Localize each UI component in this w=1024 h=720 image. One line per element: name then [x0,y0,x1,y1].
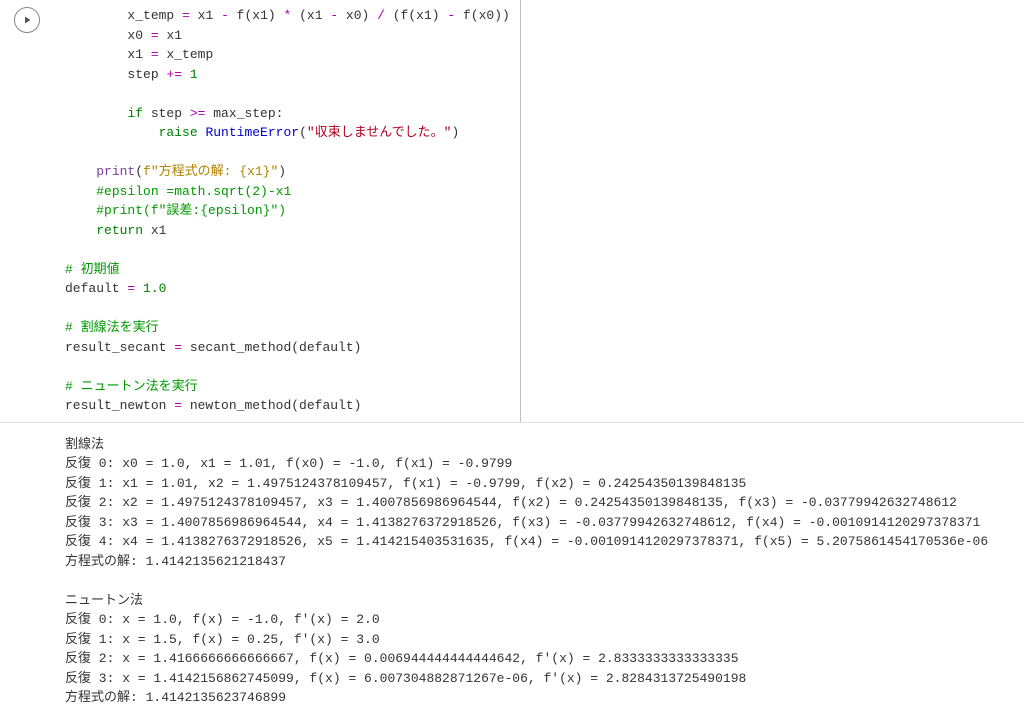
code-line: step += 1 [65,65,510,85]
code-line: x_temp = x1 - f(x1) * (x1 - x0) / (f(x1)… [65,6,510,26]
code-line: result_newton = newton_method(default) [65,396,510,416]
code-line: default = 1.0 [65,279,510,299]
code-line: # 割線法を実行 [65,318,510,338]
code-line: #print(f"誤差:{epsilon}") [65,201,510,221]
code-line [65,240,510,260]
code-line: x1 = x_temp [65,45,510,65]
code-line: print(f"方程式の解: {x1}") [65,162,510,182]
play-icon [21,14,33,26]
output-text: 割線法 反復 0: x0 = 1.0, x1 = 1.01, f(x0) = -… [55,431,1024,712]
code-line: result_secant = secant_method(default) [65,338,510,358]
code-line [65,143,510,163]
code-line [65,299,510,319]
code-line [65,84,510,104]
cell-gutter [0,0,55,422]
output-cell: 割線法 反復 0: x0 = 1.0, x1 = 1.01, f(x0) = -… [0,423,1024,720]
code-line: x0 = x1 [65,26,510,46]
notebook: x_temp = x1 - f(x1) * (x1 - x0) / (f(x1)… [0,0,1024,720]
code-editor[interactable]: x_temp = x1 - f(x1) * (x1 - x0) / (f(x1)… [55,0,520,422]
code-line: # ニュートン法を実行 [65,377,510,397]
code-line: return x1 [65,221,510,241]
code-line: raise RuntimeError("収束しませんでした。") [65,123,510,143]
code-wrapper: x_temp = x1 - f(x1) * (x1 - x0) / (f(x1)… [55,0,521,422]
code-line [65,357,510,377]
code-line: #epsilon =math.sqrt(2)-x1 [65,182,510,202]
code-line: if step >= max_step: [65,104,510,124]
code-line: # 初期値 [65,260,510,280]
code-cell: x_temp = x1 - f(x1) * (x1 - x0) / (f(x1)… [0,0,1024,423]
run-button[interactable] [14,7,40,33]
